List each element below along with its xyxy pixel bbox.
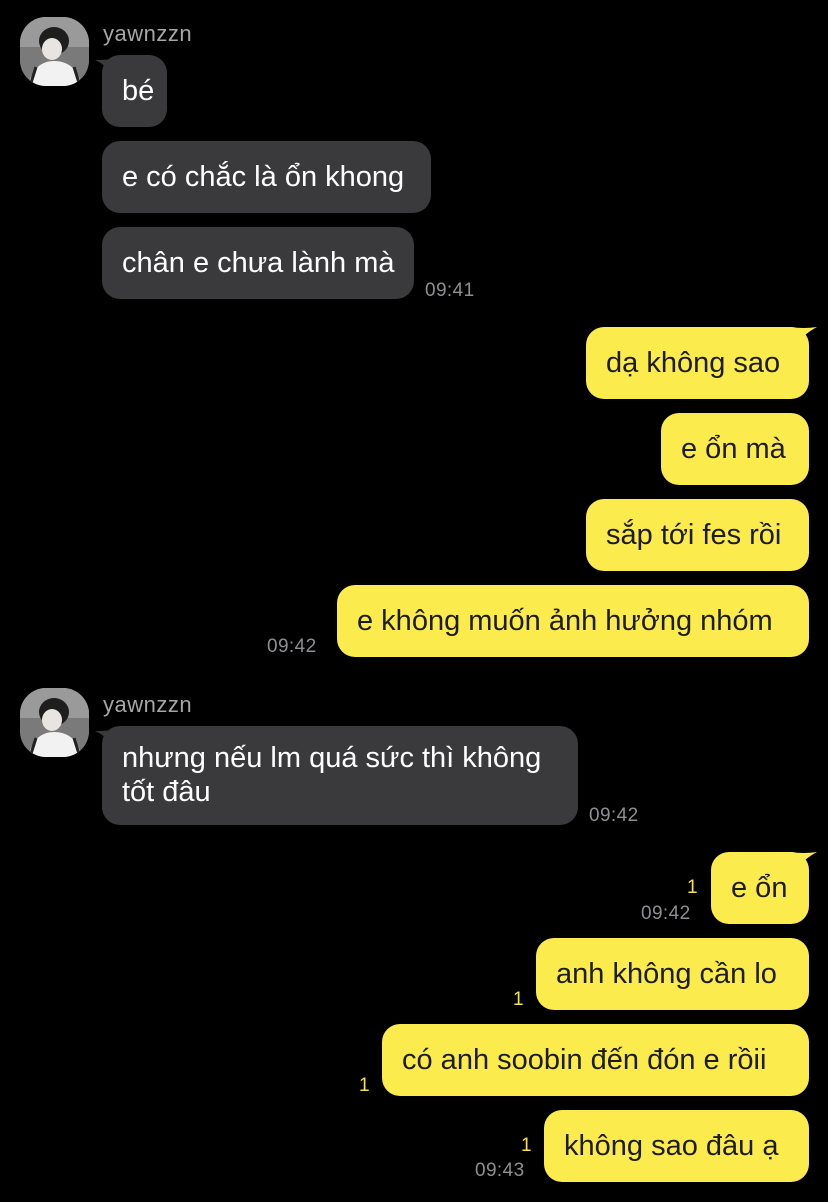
message-bubble[interactable]: anh không cần lo <box>536 938 809 1010</box>
message-bubble[interactable]: e ổn <box>711 852 809 924</box>
message-bubble[interactable]: không sao đâu ạ <box>544 1110 809 1182</box>
message-text: nhưng nếu lm quá sức thì không tốt đâu <box>122 742 542 808</box>
timestamp: 09:43 <box>475 1160 525 1181</box>
unread-count: 1 <box>521 1135 532 1156</box>
message-bubble[interactable]: sắp tới fes rồi <box>586 499 809 571</box>
sender-name: yawnzzn <box>103 692 193 717</box>
message-text: bé <box>122 75 155 107</box>
timestamp: 09:42 <box>641 903 691 924</box>
message-text: sắp tới fes rồi <box>606 519 782 551</box>
message-bubble[interactable]: e ổn mà <box>661 413 809 485</box>
timestamp: 09:42 <box>267 636 317 657</box>
timestamp: 09:42 <box>589 805 639 826</box>
message-bubble[interactable]: dạ không sao <box>586 327 809 399</box>
avatar-photo-icon <box>20 688 89 757</box>
message-text: dạ không sao <box>606 347 781 379</box>
avatar[interactable] <box>20 688 89 757</box>
unread-count: 1 <box>687 877 698 898</box>
message-text: e ổn <box>731 872 788 904</box>
unread-count: 1 <box>359 1075 370 1096</box>
message-bubble[interactable]: chân e chưa lành mà <box>102 227 414 299</box>
avatar[interactable] <box>20 17 89 86</box>
avatar-photo-icon <box>20 17 89 86</box>
message-text: e có chắc là ổn khong <box>122 161 405 193</box>
message-bubble[interactable]: e có chắc là ổn khong <box>102 141 431 213</box>
message-text: không sao đâu ạ <box>564 1130 779 1162</box>
message-text: anh không cần lo <box>556 958 777 990</box>
message-bubble[interactable]: e không muốn ảnh hưởng nhóm <box>337 585 809 657</box>
message-bubble[interactable]: nhưng nếu lm quá sức thì không tốt đâu <box>102 726 578 825</box>
message-text: e không muốn ảnh hưởng nhóm <box>357 605 773 637</box>
message-bubble[interactable]: bé <box>102 55 167 127</box>
message-text: chân e chưa lành mà <box>122 247 395 279</box>
sender-name: yawnzzn <box>103 21 193 46</box>
message-text: có anh soobin đến đón e rồii <box>402 1044 767 1076</box>
unread-count: 1 <box>513 989 524 1010</box>
message-bubble[interactable]: có anh soobin đến đón e rồii <box>382 1024 809 1096</box>
message-text: e ổn mà <box>681 433 786 465</box>
timestamp: 09:41 <box>425 280 475 301</box>
